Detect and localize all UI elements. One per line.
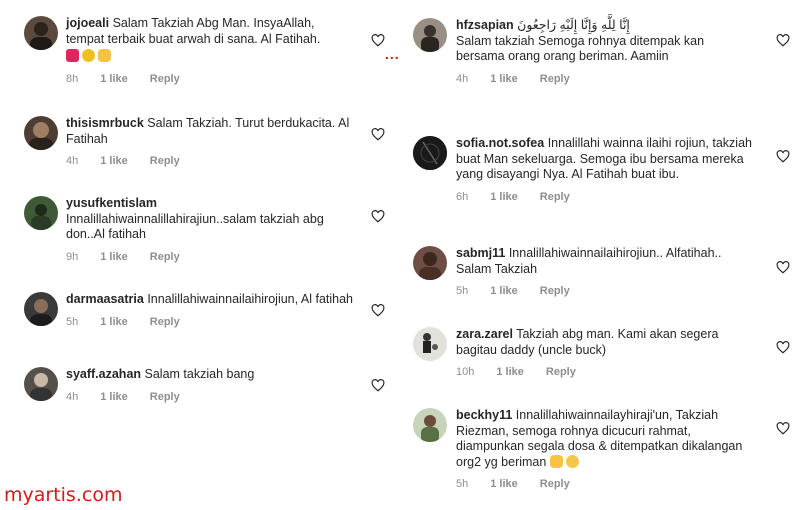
avatar[interactable] [413,136,447,170]
comment-time: 9h [66,250,79,263]
right-comment-column: hfzsapian إِنَّا لِلَّهِ وَإِنَّا إِلَيْ… [405,0,800,510]
comment-username[interactable]: sofia.not.sofea [456,136,544,150]
avatar[interactable] [413,18,447,52]
comment-time: 5h [66,315,79,328]
avatar[interactable] [24,116,58,150]
heart-icon[interactable] [371,210,385,223]
comment-username[interactable]: beckhy11 [456,408,512,422]
raised-hands-icon [98,49,111,62]
comment-likes[interactable]: 1 like [100,73,128,85]
heart-icon[interactable] [776,34,790,47]
reply-button[interactable]: Reply [540,191,570,203]
comment-likes[interactable]: 1 like [490,191,518,203]
comment-likes[interactable]: 1 like [100,155,128,167]
comment-time: 10h [456,366,475,378]
avatar[interactable] [24,292,58,326]
comment-time: 4h [456,72,469,85]
reply-button[interactable]: Reply [540,478,570,490]
sunflower-icon [82,49,95,62]
reply-button[interactable]: Reply [150,73,180,85]
heart-icon[interactable] [776,341,790,354]
heart-icon[interactable] [776,261,790,274]
avatar[interactable] [413,246,447,280]
avatar[interactable] [24,196,58,230]
heart-icon[interactable] [371,128,385,141]
comment-username[interactable]: syaff.azahan [66,367,141,381]
reply-button[interactable]: Reply [540,285,570,297]
avatar[interactable] [413,408,447,442]
comment-username[interactable]: sabmj11 [456,246,505,260]
heart-icon[interactable] [371,304,385,317]
heart-icon[interactable] [371,379,385,392]
comment-time: 4h [66,155,79,167]
comment-username[interactable]: thisismrbuck [66,116,144,130]
reply-button[interactable]: Reply [150,316,180,328]
comment-time: 6h [456,190,469,203]
comment-likes[interactable]: 1 like [100,251,128,263]
red-heart-icon [66,49,79,62]
comment-username[interactable]: zara.zarel [456,327,513,341]
comment-username[interactable]: yusufkentislam [66,196,157,210]
reply-button[interactable]: Reply [540,73,570,85]
heart-icon[interactable] [371,34,385,47]
avatar[interactable] [24,16,58,50]
reply-button[interactable]: Reply [150,251,180,263]
comment-text: Innalillahiwainnalillahirajiun..salam ta… [66,211,324,242]
avatar[interactable] [413,327,447,361]
comment-username[interactable]: darmaasatria [66,292,144,306]
comment-text: Salam takziah bang [144,367,255,381]
heart-icon[interactable] [776,150,790,163]
comment-time: 5h [456,285,469,297]
comment-likes[interactable]: 1 like [490,73,518,85]
comment-time: 5h [456,478,469,490]
watermark: myartis.com [4,484,123,506]
raised-hands-icon [549,454,563,468]
left-comment-column: jojoeali Salam Takziah Abg Man. InsyaAll… [0,0,395,510]
comment-text: Innalillahiwainnailaihirojiun, Al fatiha… [147,292,354,306]
comment-text: Salam takziah Semoga rohnya ditempak kan… [456,33,705,64]
heart-icon[interactable] [776,422,790,435]
reply-button[interactable]: Reply [150,391,180,403]
reply-button[interactable]: Reply [546,366,576,378]
comment-likes[interactable]: 1 like [490,478,518,490]
comment-emoji [66,49,356,65]
comment-time: 8h [66,72,79,85]
comment-likes[interactable]: 1 like [496,366,524,378]
comment-likes[interactable]: 1 like [100,391,128,403]
comment-username[interactable]: hfzsapian [456,18,514,32]
avatar[interactable] [24,367,58,401]
comment-likes[interactable]: 1 like [100,316,128,328]
separator-dots: ... [385,46,400,62]
comment-time: 4h [66,390,79,403]
crying-face-icon [565,454,579,468]
comment-arabic-text: إِنَّا لِلَّهِ وَإِنَّا إِلَيْهِ رَاجِعُ… [517,18,630,32]
comment-username[interactable]: jojoeali [66,16,109,30]
reply-button[interactable]: Reply [150,155,180,167]
comment-likes[interactable]: 1 like [490,285,518,297]
